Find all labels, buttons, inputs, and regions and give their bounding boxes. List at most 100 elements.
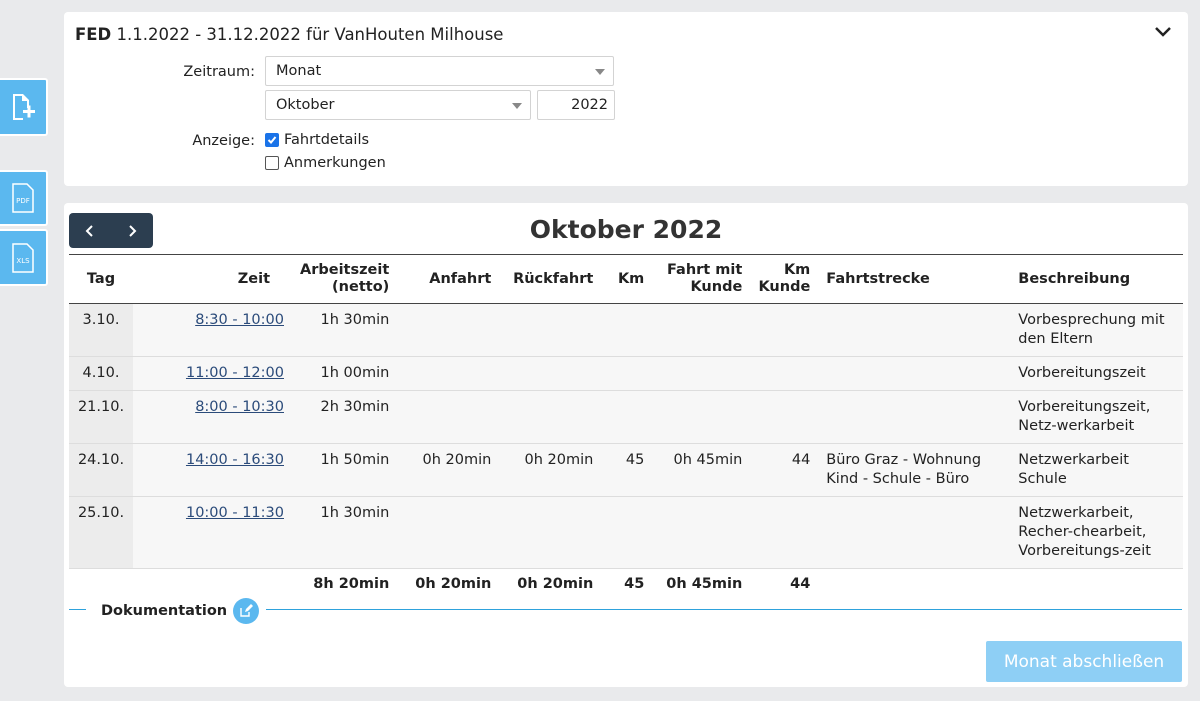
cell-km-kunde: 44: [750, 443, 819, 497]
option-fahrtdetails[interactable]: Fahrtdetails: [265, 132, 369, 148]
cell-km: [601, 303, 653, 357]
cell-fahrt-mit-kunde: [652, 356, 751, 391]
cell-arbeitszeit: 1h 50min: [292, 443, 398, 497]
new-entry-button[interactable]: [0, 78, 48, 136]
option-anmerkungen[interactable]: Anmerkungen: [265, 155, 386, 171]
chevron-down-icon: [512, 103, 522, 109]
col-rueckfahrt: Rückfahrt: [499, 254, 602, 304]
time-range-link[interactable]: 10:00 - 11:30: [186, 505, 284, 521]
time-range-link[interactable]: 14:00 - 16:30: [186, 452, 284, 468]
cell-tag: 21.10.: [69, 390, 133, 444]
total-km: 45: [601, 568, 653, 601]
cell-km: [601, 356, 653, 391]
col-tag: Tag: [69, 254, 133, 304]
chevron-down-icon[interactable]: [1154, 26, 1172, 38]
filter-prefix: FED: [75, 25, 112, 44]
cell-fahrt-mit-kunde: [652, 303, 751, 357]
col-fmk-line2: Kunde: [690, 279, 743, 295]
chevron-right-icon: [129, 224, 137, 237]
cell-beschreibung: Vorbereitungszeit, Netz-werkarbeit: [1010, 390, 1183, 444]
cell-beschreibung: Netzwerkarbeit Schule: [1010, 443, 1183, 497]
time-range-link[interactable]: 8:30 - 10:00: [195, 312, 284, 328]
table-row: 24.10. 14:00 - 16:30 1h 50min 0h 20min 0…: [69, 443, 1183, 497]
col-kmk-line2: Kunde: [758, 279, 811, 295]
option-label: Fahrtdetails: [284, 132, 370, 148]
month-title: Oktober 2022: [529, 215, 723, 244]
cell-beschreibung: Vorbesprechung mit den Eltern: [1010, 303, 1183, 357]
cell-fahrt-mit-kunde: 0h 45min: [652, 443, 751, 497]
time-range-link[interactable]: 8:00 - 10:30: [195, 399, 284, 415]
cell-anfahrt: 0h 20min: [397, 443, 500, 497]
zeitraum-label: Zeitraum:: [183, 64, 255, 80]
cell-fahrt-mit-kunde: [652, 390, 751, 444]
cell-fahrt-mit-kunde: [652, 496, 751, 569]
year-input[interactable]: [537, 90, 615, 120]
month-value: Oktober: [276, 97, 335, 113]
cell-arbeitszeit: 1h 30min: [292, 303, 398, 357]
cell-rueckfahrt: [499, 356, 602, 391]
time-range-link[interactable]: 11:00 - 12:00: [186, 365, 284, 381]
edit-documentation-button[interactable]: [233, 598, 260, 624]
option-label: Anmerkungen: [284, 155, 386, 171]
cell-km-kunde: [750, 496, 819, 569]
col-fahrt-mit-kunde: Fahrt mit Kunde: [652, 254, 751, 304]
total-km-kunde: 44: [750, 568, 819, 601]
table-row: 21.10. 8:00 - 10:30 2h 30min Vorbereitun…: [69, 390, 1183, 444]
chevron-left-icon: [85, 224, 93, 237]
filter-panel: FED 1.1.2022 - 31.12.2022 für VanHouten …: [64, 12, 1188, 186]
cell-rueckfahrt: [499, 303, 602, 357]
cell-km-kunde: [750, 390, 819, 444]
table-header-row: Tag Zeit Arbeitszeit (netto) Anfahrt Rück…: [69, 254, 1183, 304]
cell-arbeitszeit: 2h 30min: [292, 390, 398, 444]
cell-anfahrt: [397, 496, 500, 569]
cell-rueckfahrt: [499, 496, 602, 569]
cell-km: [601, 390, 653, 444]
cell-km: [601, 496, 653, 569]
previous-month-button[interactable]: [69, 213, 111, 248]
export-pdf-button[interactable]: PDF: [0, 170, 48, 226]
report-panel: Oktober 2022 Tag Zeit Arbeitszeit (netto)…: [64, 203, 1188, 687]
cell-fahrtstrecke: Büro Graz - Wohnung Kind - Schule - Büro: [818, 443, 1011, 497]
cell-fahrtstrecke: [818, 356, 1011, 391]
table-row: 4.10. 11:00 - 12:00 1h 00min Vorbereitun…: [69, 356, 1183, 391]
table-row: 3.10. 8:30 - 10:00 1h 30min Vorbesprechu…: [69, 303, 1183, 357]
cell-fahrtstrecke: [818, 496, 1011, 569]
col-arbeitszeit-line2: (netto): [332, 279, 390, 295]
pdf-label: PDF: [16, 197, 30, 205]
total-fahrt-mit-kunde: 0h 45min: [652, 568, 751, 601]
cell-arbeitszeit: 1h 30min: [292, 496, 398, 569]
zeitraum-value: Monat: [276, 63, 322, 79]
cell-tag: 25.10.: [69, 496, 133, 569]
table-row: 25.10. 10:00 - 11:30 1h 30min Netzwerkar…: [69, 496, 1183, 569]
add-document-icon: [13, 94, 35, 120]
col-arbeitszeit-line1: Arbeitszeit: [300, 262, 390, 278]
cell-anfahrt: [397, 303, 500, 357]
cell-beschreibung: Vorbereitungszeit: [1010, 356, 1183, 391]
check-icon: [267, 136, 277, 144]
month-select[interactable]: Oktober: [265, 90, 531, 120]
cell-tag: 24.10.: [69, 443, 133, 497]
next-month-button[interactable]: [111, 213, 153, 248]
chevron-down-icon: [595, 69, 605, 75]
total-rueckfahrt: 0h 20min: [499, 568, 602, 601]
checkbox-fahrtdetails[interactable]: [265, 133, 279, 147]
filter-period: 1.1.2022 - 31.12.2022 für VanHouten Milh…: [116, 25, 504, 44]
close-month-button[interactable]: Monat abschließen: [986, 641, 1182, 682]
checkbox-anmerkungen[interactable]: [265, 156, 279, 170]
col-beschreibung: Beschreibung: [1010, 254, 1183, 304]
filter-title: FED 1.1.2022 - 31.12.2022 für VanHouten …: [75, 25, 503, 44]
zeitraum-select[interactable]: Monat: [265, 56, 614, 86]
col-km: Km: [601, 254, 653, 304]
documentation-label: Dokumentation: [101, 603, 228, 619]
documentation-section: Dokumentation: [86, 598, 267, 624]
total-arbeitszeit: 8h 20min: [292, 568, 398, 601]
col-zeit: Zeit: [133, 254, 292, 304]
export-xls-button[interactable]: XLS: [0, 229, 48, 286]
col-kmk-line1: Km: [783, 262, 811, 278]
cell-beschreibung: Netzwerkarbeit, Recher-chearbeit, Vorber…: [1010, 496, 1183, 569]
xls-label: XLS: [16, 257, 30, 265]
col-fmk-line1: Fahrt mit: [666, 262, 743, 278]
cell-tag: 4.10.: [69, 356, 133, 391]
cell-tag: 3.10.: [69, 303, 133, 357]
month-navigation: [69, 213, 153, 248]
